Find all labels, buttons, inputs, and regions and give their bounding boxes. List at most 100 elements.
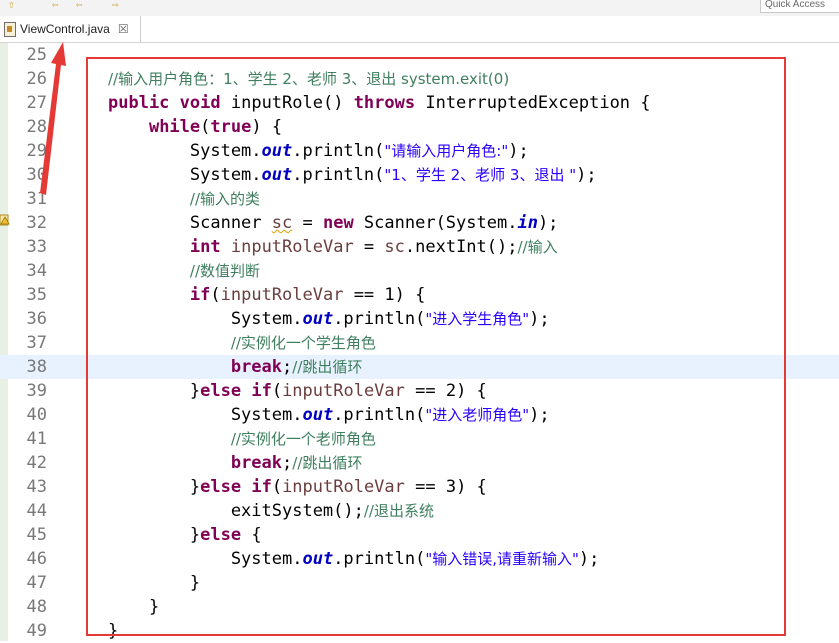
code-token: out bbox=[302, 405, 334, 425]
code-line[interactable]: 43 }else if(inputRoleVar == 3) { bbox=[0, 475, 839, 499]
back-icon[interactable]: ⇦ bbox=[52, 0, 66, 10]
code-line[interactable]: 35 if(inputRoleVar == 1) { bbox=[0, 283, 839, 307]
editor-tab-bar: ViewControl.java ☒ bbox=[0, 16, 839, 43]
code-line[interactable]: 40 System.out.println("进入老师角色"); bbox=[0, 403, 839, 427]
code-token: "1、学生 2、老师 3、退出 " bbox=[384, 166, 577, 184]
code-token: "输入错误,请重新输入" bbox=[425, 550, 579, 568]
code-token: exitSystem(); bbox=[108, 501, 364, 521]
code-token: System. bbox=[108, 165, 262, 185]
code-token: //数值判断 bbox=[189, 262, 260, 280]
code-token: = bbox=[292, 213, 323, 233]
code-text: int inputRoleVar = sc.nextInt();//输入 bbox=[108, 235, 558, 259]
code-token: == 1) { bbox=[343, 285, 426, 305]
code-token: inputRoleVar bbox=[230, 237, 354, 257]
code-text: break;//跳出循环 bbox=[108, 451, 363, 475]
code-text: } bbox=[108, 619, 118, 643]
code-token: else bbox=[200, 525, 242, 545]
code-token: else bbox=[200, 381, 242, 401]
code-token: int bbox=[189, 237, 221, 257]
code-token: } bbox=[108, 573, 201, 593]
code-line[interactable]: 46 System.out.println("输入错误,请重新输入"); bbox=[0, 547, 839, 571]
code-token: inputRole() bbox=[220, 93, 354, 113]
code-line[interactable]: 37 //实例化一个学生角色 bbox=[0, 331, 839, 355]
code-token: in bbox=[517, 213, 538, 233]
code-line[interactable]: 29 System.out.println("请输入用户角色:"); bbox=[0, 139, 839, 163]
line-number: 49 bbox=[26, 621, 47, 641]
code-token: while bbox=[148, 117, 201, 137]
code-text: System.out.println("进入学生角色"); bbox=[108, 307, 550, 331]
code-token: System. bbox=[108, 141, 262, 161]
code-text: System.out.println("请输入用户角色:"); bbox=[108, 139, 529, 163]
code-token: //输入用户角色：1、学生 2、老师 3、退出 system.exit(0) bbox=[108, 70, 510, 88]
code-line[interactable]: 41 //实例化一个老师角色 bbox=[0, 427, 839, 451]
code-token: true bbox=[210, 117, 252, 137]
code-text: System.out.println("进入老师角色"); bbox=[108, 403, 550, 427]
code-token: sc bbox=[384, 237, 405, 257]
code-line[interactable]: 31 //输入的类 bbox=[0, 187, 839, 211]
code-line[interactable]: 39 }else if(inputRoleVar == 2) { bbox=[0, 379, 839, 403]
tab-label: ViewControl.java bbox=[20, 22, 110, 36]
back-history-icon[interactable]: ⇦ bbox=[76, 0, 90, 10]
code-line[interactable]: 36 System.out.println("进入学生角色"); bbox=[0, 307, 839, 331]
code-token: .println( bbox=[292, 165, 385, 185]
code-token: out bbox=[261, 141, 293, 161]
code-token: ( bbox=[271, 381, 283, 401]
line-number: 46 bbox=[26, 549, 47, 569]
line-number: 38 bbox=[26, 357, 47, 377]
line-number: 48 bbox=[26, 597, 47, 617]
code-token: inputRoleVar bbox=[282, 381, 405, 401]
code-token: inputRoleVar bbox=[282, 477, 405, 497]
code-line[interactable]: 34 //数值判断 bbox=[0, 259, 839, 283]
code-token: //跳出循环 bbox=[292, 358, 363, 376]
code-token: Scanner bbox=[108, 213, 272, 233]
code-text: break;//跳出循环 bbox=[108, 355, 363, 379]
code-line[interactable]: 33 int inputRoleVar = sc.nextInt();//输入 bbox=[0, 235, 839, 259]
code-line[interactable]: 42 break;//跳出循环 bbox=[0, 451, 839, 475]
code-token: = bbox=[353, 237, 385, 257]
code-line[interactable]: 28 while(true) { bbox=[0, 115, 839, 139]
code-token: .println( bbox=[333, 405, 426, 425]
code-token: //退出系统 bbox=[363, 502, 434, 520]
code-token: sc bbox=[271, 213, 293, 233]
code-line[interactable]: 47 } bbox=[0, 571, 839, 595]
line-number: 31 bbox=[26, 189, 47, 209]
code-token: ); bbox=[576, 165, 597, 185]
warning-icon[interactable] bbox=[0, 214, 10, 226]
code-line[interactable]: 38 break;//跳出循环 bbox=[0, 355, 839, 379]
forward-history-icon[interactable]: ⇨ bbox=[112, 0, 126, 10]
code-line[interactable]: 32 Scanner sc = new Scanner(System.in); bbox=[0, 211, 839, 235]
code-token: InterruptedException { bbox=[415, 93, 651, 113]
tab-viewcontrol-java[interactable]: ViewControl.java ☒ bbox=[0, 16, 141, 42]
code-token: if bbox=[251, 477, 272, 497]
code-token: == 3) { bbox=[404, 477, 487, 497]
code-text: } bbox=[108, 571, 200, 595]
line-number: 26 bbox=[26, 69, 47, 89]
line-number: 40 bbox=[26, 405, 47, 425]
line-number: 36 bbox=[26, 309, 47, 329]
code-text: }else if(inputRoleVar == 3) { bbox=[108, 475, 487, 499]
code-token: ( bbox=[200, 117, 211, 137]
code-line[interactable]: 25 bbox=[0, 43, 839, 67]
code-line[interactable]: 45 }else { bbox=[0, 523, 839, 547]
java-file-icon bbox=[4, 21, 16, 37]
code-line[interactable]: 27 public void inputRole() throws Interru… bbox=[0, 91, 839, 115]
code-line[interactable]: 49} bbox=[0, 619, 839, 643]
code-line[interactable]: 44 exitSystem();//退出系统 bbox=[0, 499, 839, 523]
code-line[interactable]: 30 System.out.println("1、学生 2、老师 3、退出 ")… bbox=[0, 163, 839, 187]
forward-icon[interactable]: ⇧ bbox=[8, 0, 22, 10]
code-line[interactable]: 26 //输入用户角色：1、学生 2、老师 3、退出 system.exit(0) bbox=[0, 67, 839, 91]
code-token: out bbox=[302, 549, 334, 569]
code-token: out bbox=[261, 165, 293, 185]
quick-access-input[interactable]: Quick Access bbox=[760, 0, 839, 13]
code-text: exitSystem();//退出系统 bbox=[108, 499, 434, 523]
code-line[interactable]: 48 } bbox=[0, 595, 839, 619]
line-number: 28 bbox=[26, 117, 47, 137]
code-token: "请输入用户角色:" bbox=[384, 142, 509, 160]
code-token: { bbox=[241, 525, 262, 545]
code-token: } bbox=[108, 525, 201, 545]
close-icon[interactable]: ☒ bbox=[118, 22, 129, 36]
